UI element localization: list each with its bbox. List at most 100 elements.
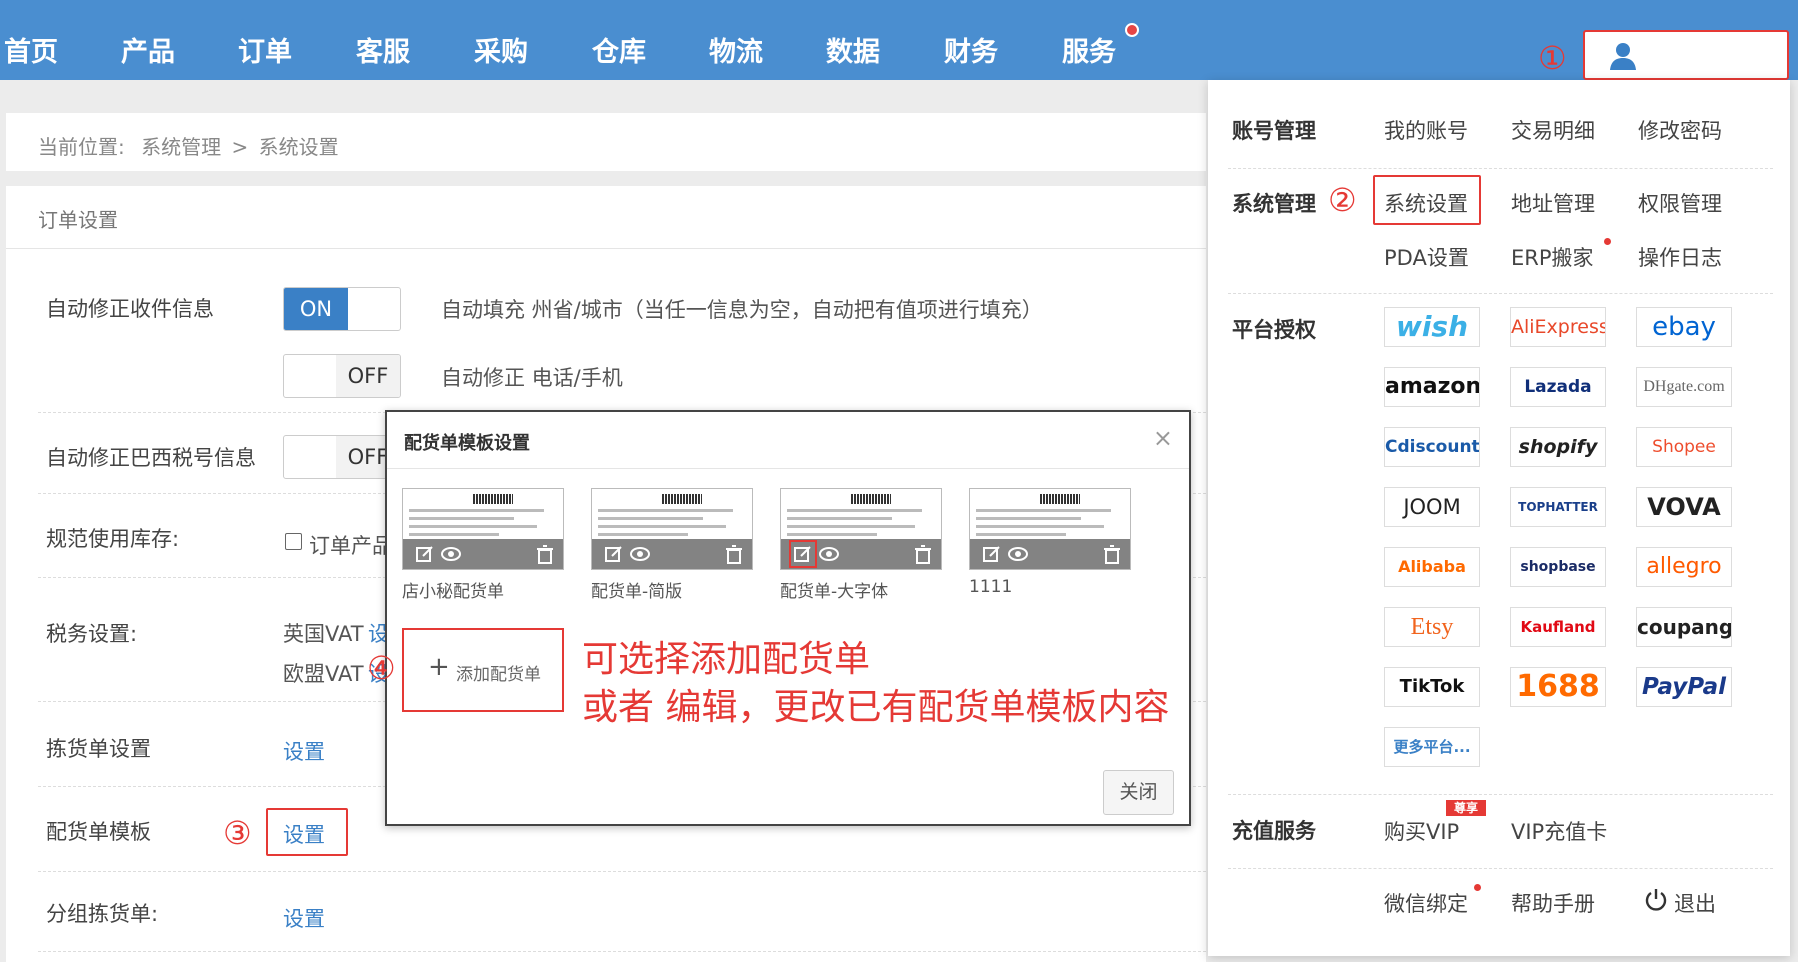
preview-eye-icon[interactable] (630, 544, 650, 564)
paypal-logo[interactable]: PayPal (1636, 667, 1732, 707)
notification-dot (1604, 238, 1611, 245)
alibaba-logo[interactable]: Alibaba (1384, 547, 1480, 587)
group-picking-settings-link[interactable]: 设置 (283, 903, 325, 933)
pda-settings-link[interactable]: PDA设置 (1384, 242, 1469, 272)
auto-fix-phone-toggle[interactable]: OFF (283, 354, 401, 398)
brazil-tax-label: 自动修正巴西税号信息 (46, 446, 256, 470)
template-card[interactable] (402, 488, 564, 570)
nav-products[interactable]: 产品 (121, 30, 175, 69)
edit-icon[interactable] (789, 540, 817, 568)
lazada-logo[interactable]: Lazada (1510, 367, 1606, 407)
delete-trash-icon[interactable] (535, 544, 555, 564)
nav-data[interactable]: 数据 (826, 30, 880, 69)
edit-icon[interactable] (604, 544, 624, 564)
breadcrumb-level2: 系统设置 (258, 135, 339, 159)
dhgate-logo[interactable]: DHgate.com (1636, 367, 1732, 407)
buy-vip-link[interactable]: 购买VIP (1384, 816, 1459, 846)
top-navigation-bar: 首页 产品 订单 客服 采购 仓库 物流 数据 财务 服务 ① (0, 0, 1798, 80)
change-password-link[interactable]: 修改密码 (1638, 115, 1722, 145)
barcode-graphic (1040, 494, 1080, 504)
nav-orders[interactable]: 订单 (238, 30, 292, 69)
tophatter-logo[interactable]: TOPHATTER (1510, 487, 1606, 527)
edit-icon[interactable] (415, 544, 435, 564)
more-platforms-link[interactable]: 更多平台... (1384, 727, 1480, 767)
etsy-logo[interactable]: Etsy (1384, 607, 1480, 647)
template-card[interactable] (780, 488, 942, 570)
1688-logo[interactable]: 1688 (1510, 667, 1606, 707)
address-management-link[interactable]: 地址管理 (1511, 188, 1595, 218)
auto-fix-phone-description: 自动修正 电话/手机 (441, 366, 623, 390)
close-icon[interactable]: × (1153, 424, 1173, 452)
permission-management-link[interactable]: 权限管理 (1638, 188, 1722, 218)
modal-divider (387, 468, 1189, 469)
group-picking-label: 分组拣货单: (46, 902, 159, 926)
kaufland-logo[interactable]: Kaufland (1510, 607, 1606, 647)
user-menu-button[interactable] (1583, 30, 1789, 80)
template-card[interactable] (969, 488, 1131, 570)
aliexpress-logo[interactable]: AliExpress (1510, 307, 1606, 347)
coupang-logo[interactable]: coupang (1636, 607, 1732, 647)
annotation-1: ① (1538, 39, 1567, 77)
vova-logo[interactable]: VOVA (1636, 487, 1732, 527)
my-account-link[interactable]: 我的账号 (1384, 115, 1468, 145)
picking-list-label: 拣货单设置 (46, 737, 151, 761)
shopee-logo[interactable]: Shopee (1636, 427, 1732, 467)
power-icon[interactable] (1645, 888, 1667, 912)
transactions-link[interactable]: 交易明细 (1511, 115, 1595, 145)
picking-settings-link[interactable]: 设置 (283, 736, 325, 766)
shopify-logo[interactable]: shopify (1510, 427, 1606, 467)
nav-logistics[interactable]: 物流 (709, 30, 763, 69)
edit-icon[interactable] (982, 544, 1002, 564)
delete-trash-icon[interactable] (913, 544, 933, 564)
allegro-logo[interactable]: allegro (1636, 547, 1732, 587)
joom-logo[interactable]: JOOM (1384, 487, 1480, 527)
annotation-2: ② (1328, 181, 1357, 219)
wechat-binding-link[interactable]: 微信绑定 (1384, 888, 1468, 918)
delete-trash-icon[interactable] (1102, 544, 1122, 564)
row-divider (38, 951, 1206, 952)
preview-eye-icon[interactable] (819, 544, 839, 564)
delete-trash-icon[interactable] (724, 544, 744, 564)
menu-divider (1228, 293, 1773, 294)
row-divider (38, 871, 1206, 872)
nav-finance[interactable]: 财务 (944, 30, 998, 69)
preview-eye-icon[interactable] (441, 544, 461, 564)
close-button[interactable]: 关闭 (1103, 770, 1174, 815)
plus-icon: + (428, 652, 450, 682)
annotation-4: ④ (367, 649, 396, 687)
barcode-graphic (851, 494, 891, 504)
nav-services[interactable]: 服务 (1062, 30, 1116, 69)
packing-template-settings-link[interactable]: 设置 (283, 819, 325, 849)
template-name: 配货单-简版 (591, 582, 683, 602)
amazon-logo[interactable]: amazon (1384, 367, 1480, 407)
breadcrumb-level1[interactable]: 系统管理 (141, 135, 221, 159)
help-manual-link[interactable]: 帮助手册 (1511, 888, 1595, 918)
nav-purchasing[interactable]: 采购 (474, 30, 528, 69)
wish-logo[interactable]: wish (1384, 307, 1480, 347)
template-preview (409, 509, 559, 541)
logout-link[interactable]: 退出 (1674, 888, 1716, 918)
cdiscount-logo[interactable]: Cdiscount (1384, 427, 1480, 467)
add-template-button[interactable]: + 添加配货单 (402, 628, 564, 712)
brazil-tax-toggle[interactable]: OFF (283, 435, 401, 479)
vip-card-link[interactable]: VIP充值卡 (1511, 816, 1607, 846)
packing-template-label: 配货单模板 (46, 820, 151, 844)
tax-settings-label: 税务设置: (46, 622, 138, 646)
breadcrumb-prefix: 当前位置: (38, 135, 125, 159)
auto-fill-toggle[interactable]: ON (283, 287, 401, 331)
nav-warehouse[interactable]: 仓库 (592, 30, 646, 69)
order-product-checkbox[interactable] (285, 533, 302, 550)
system-settings-link[interactable]: 系统设置 (1384, 188, 1468, 218)
template-card[interactable] (591, 488, 753, 570)
tiktok-logo[interactable]: TikTok (1384, 667, 1480, 707)
nav-home[interactable]: 首页 (4, 30, 58, 69)
template-actions (592, 539, 752, 569)
ebay-logo[interactable]: ebay (1636, 307, 1732, 347)
nav-customer-service[interactable]: 客服 (356, 30, 410, 69)
preview-eye-icon[interactable] (1008, 544, 1028, 564)
operation-log-link[interactable]: 操作日志 (1638, 242, 1722, 272)
erp-migration-link[interactable]: ERP搬家 (1511, 242, 1594, 272)
toggle-state: ON (284, 288, 348, 330)
shopbase-logo[interactable]: shopbase (1510, 547, 1606, 587)
toggle-state: OFF (336, 355, 400, 397)
